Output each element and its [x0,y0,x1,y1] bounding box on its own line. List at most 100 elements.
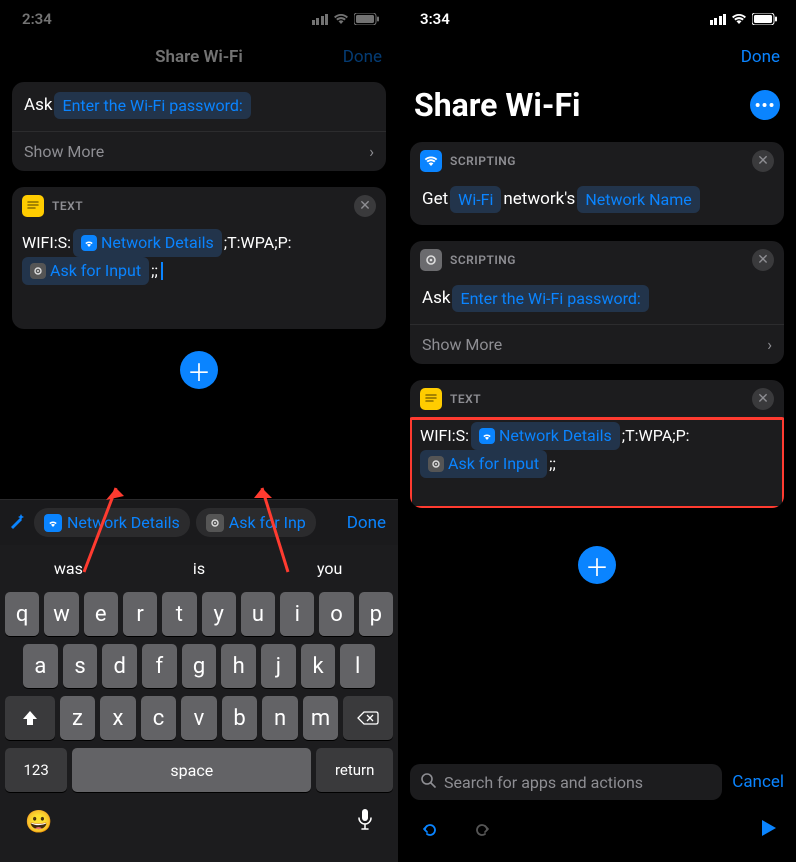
page-title: Share Wi-Fi [414,86,581,124]
key-v[interactable]: v [181,696,217,740]
close-icon[interactable]: ✕ [752,249,774,271]
show-more-label: Show More [422,335,502,354]
key-f[interactable]: f [142,644,177,688]
key-u[interactable]: u [241,592,275,636]
key-i[interactable]: i [280,592,314,636]
key-k[interactable]: k [301,644,336,688]
show-more-label: Show More [24,142,104,161]
key-a[interactable]: a [23,644,58,688]
ask-for-input-token[interactable]: Ask for Input [420,450,547,478]
suggestion-1[interactable]: was [3,559,134,578]
key-d[interactable]: d [102,644,137,688]
add-action-button[interactable]: ＋ [180,351,218,389]
wifi-icon [44,514,62,532]
nav-header: Done [398,34,796,80]
key-backspace[interactable] [343,696,393,740]
key-q[interactable]: q [5,592,39,636]
close-icon[interactable]: ✕ [354,195,376,217]
ask-prompt-token[interactable]: Enter the Wi-Fi password: [54,92,250,119]
text-card[interactable]: TEXT ✕ WIFI:S: Network Details ;T:WPA;P:… [410,380,784,508]
cellular-icon [312,14,329,25]
close-icon[interactable]: ✕ [752,150,774,172]
nav-header: Share Wi-Fi Done [0,34,398,80]
redo-button[interactable] [468,816,496,844]
status-time: 2:34 [22,10,52,28]
variable-bar: Network Details Ask for Inp Done [0,499,398,545]
battery-icon [752,13,778,25]
gear-icon [30,263,46,279]
done-button[interactable]: Done [343,47,382,67]
text-card-body[interactable]: WIFI:S: Network Details ;T:WPA;P: Ask fo… [12,225,386,329]
scripting-card-ask[interactable]: SCRIPTING ✕ Ask Enter the Wi-Fi password… [410,241,784,364]
suggestion-2[interactable]: is [134,559,265,578]
show-more-row[interactable]: Show More › [410,324,784,364]
ask-label: Ask [24,93,52,118]
key-y[interactable]: y [202,592,236,636]
suggestion-3[interactable]: you [264,559,395,578]
ask-prompt-token[interactable]: Enter the Wi-Fi password: [452,285,648,312]
ask-label: Ask [422,286,450,311]
key-s[interactable]: s [63,644,98,688]
wifi-icon [333,13,349,25]
key-g[interactable]: g [182,644,217,688]
battery-icon [354,13,380,25]
key-h[interactable]: h [221,644,256,688]
text-card-label: TEXT [52,199,83,213]
wifi-icon [731,13,747,25]
key-b[interactable]: b [222,696,258,740]
wifi-token[interactable]: Wi-Fi [450,186,501,213]
key-o[interactable]: o [319,592,353,636]
magic-wand-icon[interactable] [6,512,28,534]
undo-button[interactable] [416,816,444,844]
key-return[interactable]: return [316,748,393,792]
close-icon[interactable]: ✕ [752,388,774,410]
key-l[interactable]: l [340,644,375,688]
more-menu-button[interactable]: ••• [750,90,780,120]
page-title: Share Wi-Fi [155,47,243,67]
key-z[interactable]: z [60,696,96,740]
keyboard-done-button[interactable]: Done [347,513,392,533]
key-m[interactable]: m [303,696,339,740]
ask-card[interactable]: Ask Enter the Wi-Fi password: Show More … [12,82,386,171]
key-123[interactable]: 123 [5,748,67,792]
mic-icon[interactable] [357,808,373,836]
show-more-row[interactable]: Show More › [12,131,386,171]
ask-for-input-token[interactable]: Ask for Input [22,257,149,285]
network-details-token[interactable]: Network Details [73,229,222,257]
var-pill-network-details[interactable]: Network Details [34,508,190,537]
wifi-badge-icon [420,150,442,172]
key-space[interactable]: space [72,748,311,792]
scripting-card-wifi[interactable]: SCRIPTING ✕ Get Wi-Fi network's Network … [410,142,784,225]
key-e[interactable]: e [84,592,118,636]
text-card-body[interactable]: WIFI:S: Network Details ;T:WPA;P: Ask fo… [410,418,784,508]
key-r[interactable]: r [123,592,157,636]
key-t[interactable]: t [162,592,196,636]
done-button[interactable]: Done [741,47,780,67]
search-row: Search for apps and actions Cancel [398,756,796,808]
text-card[interactable]: TEXT ✕ WIFI:S: Network Details ;T:WPA;P:… [12,187,386,329]
cancel-button[interactable]: Cancel [732,772,784,792]
play-button[interactable] [758,818,778,842]
emoji-icon[interactable]: 😀 [25,810,52,835]
status-icons [710,13,779,25]
left-phone: 2:34 Share Wi-Fi Done Ask Enter the Wi-F… [0,0,398,862]
key-c[interactable]: c [141,696,177,740]
key-p[interactable]: p [359,592,393,636]
key-j[interactable]: j [261,644,296,688]
key-x[interactable]: x [100,696,136,740]
get-label: Get [422,187,448,212]
keyboard-suggestions: was is you [3,549,395,588]
search-input[interactable]: Search for apps and actions [410,764,722,800]
network-details-token[interactable]: Network Details [471,422,620,450]
network-name-token[interactable]: Network Name [577,186,699,213]
var-pill-ask-for-input[interactable]: Ask for Inp [196,508,316,537]
add-action-button[interactable]: ＋ [578,546,616,584]
wifi-icon [479,428,495,444]
keyboard: was is you q w e r t y u i o p a s d f g… [0,545,398,862]
status-bar: 2:34 [0,0,398,34]
gear-icon [428,456,444,472]
text-card-label: TEXT [450,392,481,406]
key-w[interactable]: w [44,592,78,636]
key-shift[interactable] [5,696,55,740]
key-n[interactable]: n [262,696,298,740]
